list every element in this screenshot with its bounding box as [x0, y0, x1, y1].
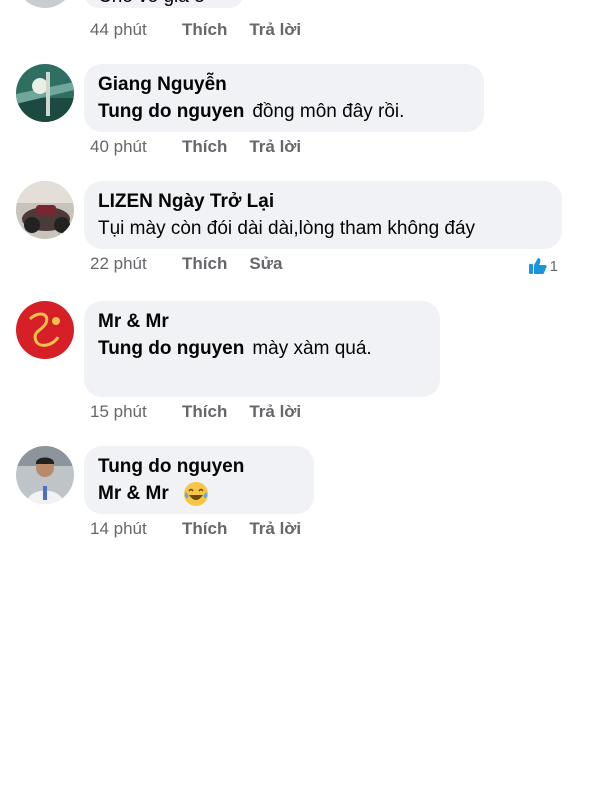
tagged-user[interactable]: Tung do nguyen: [98, 338, 244, 359]
comment-body: đồng môn đây rồi.: [252, 101, 405, 122]
comment-bubble: Cho vô giá 8: [84, 0, 244, 8]
comment-author[interactable]: Giang Nguyễn: [98, 72, 470, 98]
comment-actions: 22 phút Thích Sửa: [90, 253, 304, 275]
like-button[interactable]: Thích: [182, 518, 227, 540]
avatar[interactable]: [16, 446, 74, 504]
avatar[interactable]: [16, 301, 74, 359]
laughing-tears-emoji-icon: [183, 481, 208, 506]
avatar-photo: [16, 181, 74, 239]
reply-button[interactable]: Trả lời: [249, 19, 301, 41]
reply-button[interactable]: Trả lời: [249, 136, 301, 158]
comment-actions: 15 phút Thích Trả lời: [90, 401, 323, 423]
comment-actions: 44 phút Thích Trả lời: [90, 19, 323, 41]
avatar-photo: [16, 64, 74, 122]
comment-text: Tung do nguyen mày xàm quá.: [98, 335, 426, 363]
thumbs-up-icon: [528, 258, 547, 274]
like-button[interactable]: Thích: [182, 19, 227, 41]
like-button[interactable]: Thích: [182, 253, 227, 275]
tagged-user[interactable]: Tung do nguyen: [98, 101, 244, 122]
reply-button[interactable]: Trả lời: [249, 401, 301, 423]
comment-text: Tụi mày còn đói dài dài,lòng tham không …: [98, 218, 476, 239]
avatar-photo: [16, 446, 74, 504]
reaction-summary[interactable]: 1: [528, 257, 558, 275]
reply-button[interactable]: Trả lời: [249, 518, 301, 540]
avatar[interactable]: [16, 64, 74, 122]
comment-time[interactable]: 44 phút: [90, 19, 182, 41]
comment-time[interactable]: 40 phút: [90, 136, 182, 158]
comment-bubble: Tung do nguyen Mr & Mr: [84, 446, 314, 514]
comment-author[interactable]: LIZEN Ngày Trở Lại: [98, 189, 548, 215]
comment-actions: 14 phút Thích Trả lời: [90, 518, 323, 540]
comment-thread: Cho vô giá 8 44 phútThíchTrả lời Giang N…: [0, 0, 600, 800]
comment-time[interactable]: 22 phút: [90, 253, 182, 275]
comment-text: Cho vô giá 8: [98, 0, 205, 8]
comment-bubble: Giang Nguyễn Tung do nguyen đồng môn đây …: [84, 64, 484, 132]
comment-time[interactable]: 14 phút: [90, 518, 182, 540]
tagged-user[interactable]: Mr & Mr: [98, 483, 169, 504]
comment-actions: 40 phút Thích Trả lời: [90, 136, 323, 158]
comment-author[interactable]: Mr & Mr: [98, 309, 426, 335]
comment-body: mày xàm quá.: [252, 338, 372, 359]
comment-bubble: Mr & Mr Tung do nguyen mày xàm quá.: [84, 301, 440, 397]
comment-bubble: LIZEN Ngày Trở Lại Tụi mày còn đói dài d…: [84, 181, 562, 249]
reaction-count: 1: [549, 257, 558, 275]
edit-button[interactable]: Sửa: [249, 253, 282, 275]
comment-author[interactable]: Tung do nguyen: [98, 454, 300, 480]
comment-time[interactable]: 15 phút: [90, 401, 182, 423]
comment-text: Tung do nguyen đồng môn đây rồi.: [98, 98, 470, 126]
like-button[interactable]: Thích: [182, 401, 227, 423]
like-button[interactable]: Thích: [182, 136, 227, 158]
avatar[interactable]: [16, 0, 74, 8]
comment-text: Mr & Mr: [98, 480, 300, 508]
avatar-photo: [16, 301, 74, 359]
avatar[interactable]: [16, 181, 74, 239]
